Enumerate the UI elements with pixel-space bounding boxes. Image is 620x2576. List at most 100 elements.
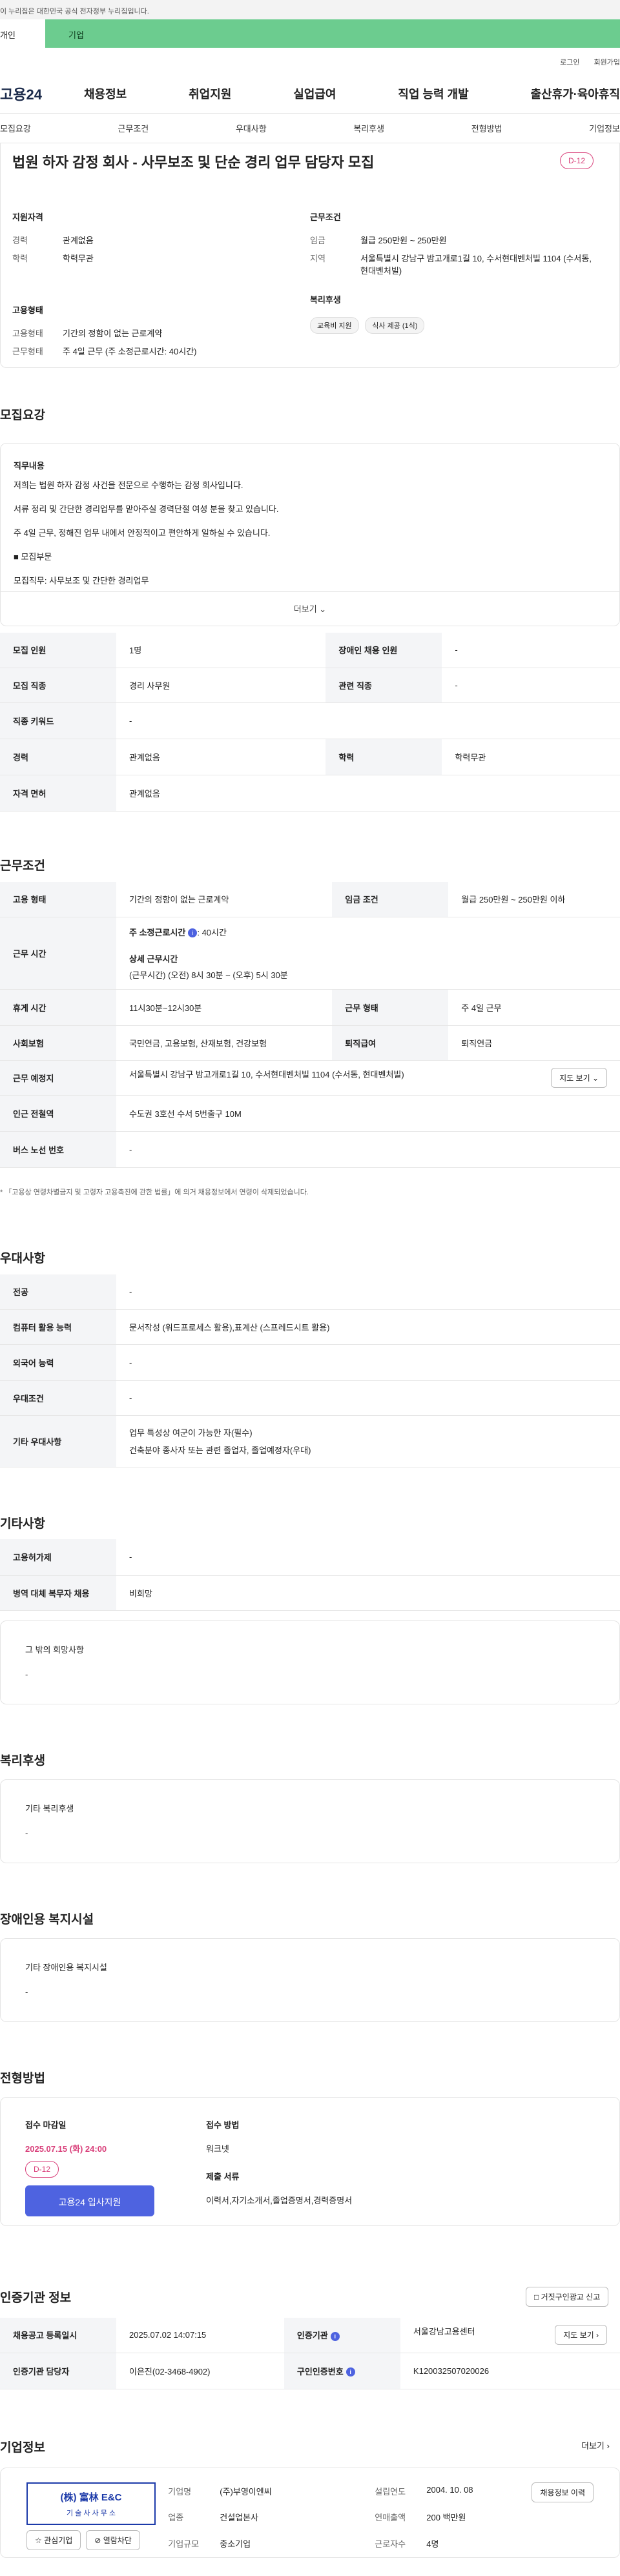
recruit-table: 모집 인원 1명 장애인 채용 인원 - 모집 직종 경리 사무원 관련 직종 - 직종 키… — [0, 633, 620, 812]
table-header-cell: 고용허가제 — [0, 1539, 116, 1576]
table-row: 사회보험 국민연금, 고용보험, 산재보험, 건강보험 퇴직급여 퇴직연금 — [0, 1025, 620, 1061]
company-card: (株) 富林 E&C 기 술 사 사 무 소 ☆ 관심기업 ⊘ 열람차단 기업명… — [0, 2468, 620, 2558]
subnav-company[interactable]: 기업정보 — [589, 122, 620, 134]
job-title: 법원 하자 감정 회사 - 사무보조 및 단순 경리 업무 담당자 모집 — [12, 154, 375, 170]
org-value: 서울강남고용센터 — [413, 2327, 475, 2337]
subnav-process[interactable]: 전형방법 — [471, 122, 502, 134]
table-cell: 월급 250만원 ~ 250만원 이하 — [448, 882, 620, 917]
signup-link[interactable]: 회원가입 — [594, 57, 620, 74]
table-header-cell: 사회보험 — [0, 1025, 116, 1061]
table-header-cell: 자격 면허 — [0, 775, 116, 812]
table-header-cell: 모집 직종 — [0, 668, 116, 703]
conditions-heading: 근무조건 — [310, 212, 341, 222]
agency-map-button[interactable]: 지도 보기 › — [555, 2325, 607, 2346]
apply-button[interactable]: 고용24 입사지원 — [25, 2185, 154, 2216]
table-cell: 관계없음 — [116, 775, 620, 812]
table-cell: 2025.07.02 14:07:15 — [116, 2318, 284, 2353]
login-link[interactable]: 로그인 — [560, 57, 579, 74]
tab-company[interactable]: 기업 — [45, 19, 620, 48]
table-row: 직종 키워드 - — [0, 702, 620, 739]
gnb-item-training[interactable]: 직업 능력 개발 — [398, 85, 468, 102]
site-logo[interactable]: 고용24 — [0, 83, 84, 104]
gnb-item-unemployment[interactable]: 실업급여 — [293, 85, 336, 102]
gnb-item-jobs[interactable]: 채용정보 — [84, 85, 127, 102]
block-label: 열람차단 — [103, 2536, 132, 2545]
job-desc-line: 모집직무: 사무보조 및 간단한 경리업무 — [14, 575, 149, 586]
disability-sub-heading: 기타 장애인용 복지시설 — [25, 1963, 107, 1972]
table-header-cell: 우대조건 — [0, 1380, 116, 1416]
table-header-cell: 인근 전철역 — [0, 1095, 116, 1132]
table-row: 외국어 능력 - — [0, 1344, 620, 1381]
favorite-company-button[interactable]: ☆ 관심기업 — [26, 2530, 81, 2550]
hours-week-label: 주 소정근로시간 — [129, 927, 186, 937]
table-cell: - — [116, 1344, 620, 1381]
section-nav: 모집요강 근무조건 우대사항 복리후생 전형방법 기업정보 — [0, 114, 620, 143]
preference-table: 전공 - 컴퓨터 활용 능력 문서작성 (워드프로세스 활용),표계산 (스프레드시… — [0, 1274, 620, 1467]
company-logo-sub: 기 술 사 사 무 소 — [66, 2510, 116, 2517]
gov-banner-text: 이 누리집은 대한민국 공식 전자정부 누리집입니다. — [0, 8, 149, 15]
table-header-cell: 경력 — [0, 739, 116, 775]
extra-wishes-card: 그 밖의 희망사항 - — [0, 1620, 620, 1704]
table-header-cell: 구인인증번호 i — [284, 2353, 400, 2389]
conditions-section-title: 근무조건 — [0, 859, 45, 873]
cert-num-label: 구인인증번호 — [296, 2366, 344, 2377]
table-cell: - — [442, 633, 620, 668]
table-header-cell: 채용공고 등록일시 — [0, 2318, 116, 2353]
preference-section-title: 우대사항 — [0, 1252, 45, 1265]
utility-nav: 로그인 회원가입 — [0, 48, 620, 74]
map-view-button[interactable]: 지도 보기 ⌄ — [551, 1067, 607, 1088]
table-row: 모집 인원 1명 장애인 채용 인원 - — [0, 633, 620, 668]
top-tabbar: 개인 기업 — [0, 19, 620, 48]
table-cell: - — [116, 1274, 620, 1310]
hours-detail-value: (근무시간) (오전) 8시 30분 ~ (오후) 5시 30분 — [129, 970, 288, 980]
table-header-cell: 모집 인원 — [0, 633, 116, 668]
table-row: 자격 면허 관계없음 — [0, 775, 620, 812]
subnav-recruit[interactable]: 모집요강 — [0, 122, 31, 134]
extra-wishes-heading: 그 밖의 희망사항 — [25, 1645, 84, 1655]
submit-docs-value: 이력서,자기소개서,졸업증명서,경력증명서 — [206, 2196, 353, 2205]
table-cell: 1명 — [116, 633, 326, 668]
table-header-cell: 버스 노선 번호 — [0, 1131, 116, 1168]
table-cell: 학력무관 — [442, 739, 620, 775]
company-sales-value: 200 백만원 — [426, 2513, 466, 2523]
subnav-welfare[interactable]: 복리후생 — [353, 122, 384, 134]
dday-badge: D-12 — [559, 152, 594, 169]
company-more-link[interactable]: 더보기 › — [581, 2439, 610, 2451]
table-cell: 문서작성 (워드프로세스 활용),표계산 (스프레드시트 활용) — [116, 1309, 620, 1345]
block-view-button[interactable]: ⊘ 열람차단 — [86, 2530, 140, 2550]
deadline-value: 2025.07.15 (화) 24:00 — [25, 2144, 107, 2154]
tab-individual[interactable]: 개인 — [0, 19, 45, 48]
table-cell: 11시30분~12시30분 — [116, 989, 333, 1026]
process-section-title: 전형방법 — [0, 2072, 45, 2085]
table-row: 기타 우대사항 업무 특성상 여군이 가능한 자(필수) 건축분야 종사자 또는 관… — [0, 1415, 620, 1467]
info-icon[interactable]: i — [188, 928, 198, 938]
company-size-label: 기업규모 — [168, 2539, 200, 2549]
info-icon[interactable]: i — [346, 2367, 355, 2377]
apply-method-label: 접수 방법 — [206, 2120, 240, 2130]
company-size-value: 중소기업 — [220, 2539, 251, 2549]
table-cell: 수도권 3호선 수서 5번출구 10M — [116, 1095, 620, 1132]
gnb-item-support[interactable]: 취업지원 — [189, 85, 231, 102]
qual-career-value: 관계없음 — [63, 236, 94, 245]
table-header-cell: 전공 — [0, 1274, 116, 1310]
hiring-history-button[interactable]: 채용정보 이력 — [532, 2482, 594, 2502]
gnb-item-parental-leave[interactable]: 출산휴가·육아휴직 — [531, 85, 620, 102]
gov-banner: 이 누리집은 대한민국 공식 전자정부 누리집입니다. — [0, 0, 620, 19]
hours-detail-label: 상세 근무시간 — [129, 954, 178, 964]
table-cell: K120032507020026 — [400, 2353, 620, 2389]
more-button[interactable]: 더보기 ⌄ — [0, 591, 620, 622]
subnav-preference[interactable]: 우대사항 — [236, 122, 267, 134]
table-cell: 관계없음 — [116, 739, 326, 775]
company-sales-label: 연매출액 — [375, 2513, 406, 2523]
map-label: 지도 보기 — [563, 2331, 594, 2340]
work-form-label: 근무형태 — [12, 346, 43, 356]
subnav-conditions[interactable]: 근무조건 — [118, 122, 149, 134]
table-row: 버스 노선 번호 - — [0, 1131, 620, 1168]
false-ad-report-button[interactable]: □ 거짓구인광고 신고 — [526, 2287, 609, 2307]
table-row: 모집 직종 경리 사무원 관련 직종 - — [0, 668, 620, 703]
table-row: 경력 관계없음 학력 학력무관 — [0, 739, 620, 775]
pref-line: 업무 특성상 여군이 가능한 자(필수) — [129, 1428, 253, 1438]
job-desc-line: 주 4일 근무, 정해진 업무 내에서 안정적이고 편안하게 일하실 수 있습니… — [14, 527, 271, 538]
employment-heading: 고용형태 — [12, 305, 43, 315]
info-icon[interactable]: i — [330, 2331, 340, 2341]
